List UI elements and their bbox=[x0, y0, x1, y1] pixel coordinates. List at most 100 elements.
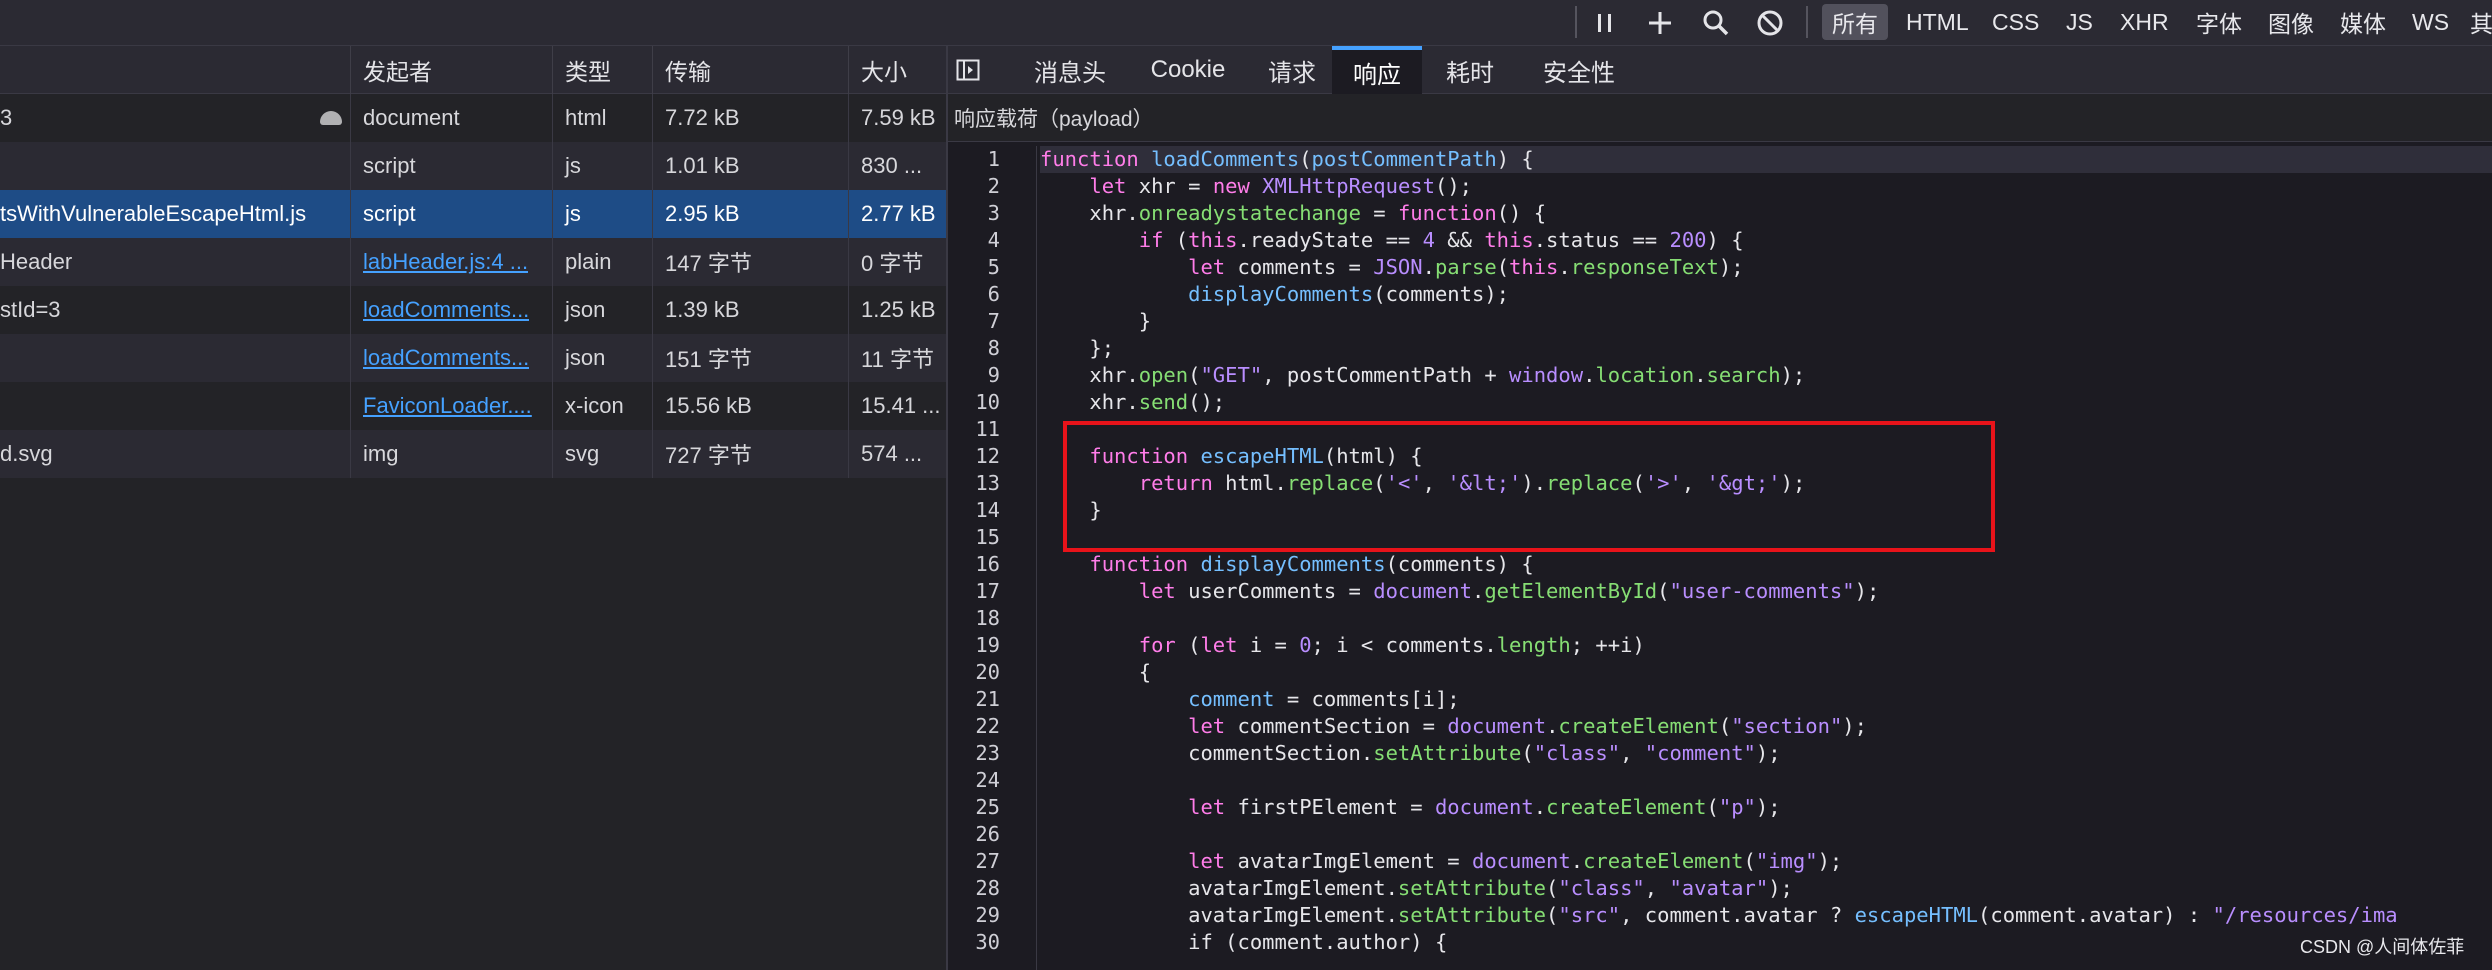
code-line-1: function loadComments(postCommentPath) { bbox=[1040, 146, 2492, 173]
filter-all[interactable]: 所有 bbox=[1822, 4, 1888, 40]
tab-response[interactable]: 响应 bbox=[1332, 46, 1422, 94]
code-token: ( bbox=[1743, 849, 1756, 873]
code-token: , comment.avatar ? bbox=[1620, 903, 1855, 927]
tab-security[interactable]: 安全性 bbox=[1516, 46, 1642, 94]
request-transfer: 1.01 kB bbox=[652, 142, 848, 190]
code-line-7: } bbox=[1040, 309, 1152, 333]
code-token: "class" bbox=[1533, 741, 1621, 765]
code-token: setAttribute bbox=[1373, 741, 1522, 765]
request-transfer: 727 字节 bbox=[652, 430, 848, 478]
table-row[interactable]: script js 1.01 kB 830 ... bbox=[0, 142, 946, 190]
code-token: this bbox=[1484, 228, 1534, 252]
code-token: let bbox=[1040, 174, 1127, 198]
code-token: ); bbox=[1755, 795, 1781, 819]
request-type: json bbox=[552, 286, 652, 334]
plus-icon[interactable] bbox=[1640, 0, 1680, 46]
code-token: createElement bbox=[1583, 849, 1744, 873]
tab-request[interactable]: 请求 bbox=[1254, 46, 1330, 94]
code-token: = bbox=[1360, 201, 1398, 225]
code-line-22: let commentSection = document.createElem… bbox=[1040, 713, 1867, 740]
request-initiator: FaviconLoader.... bbox=[350, 382, 552, 430]
request-initiator: script bbox=[350, 190, 552, 238]
line-number: 25 bbox=[975, 795, 1000, 819]
line-number: 7 bbox=[987, 309, 1000, 333]
request-initiator: document bbox=[350, 94, 552, 142]
initiator-link[interactable]: loadComments... bbox=[363, 297, 529, 323]
toggle-sidebar-icon[interactable] bbox=[948, 46, 988, 94]
code-line-19: for (let i = 0; i < comments.length; ++i… bbox=[1040, 632, 1645, 659]
code-token: (); bbox=[1188, 390, 1226, 414]
line-number: 30 bbox=[975, 930, 1000, 954]
request-name: Header bbox=[0, 249, 73, 274]
filter-xhr[interactable]: XHR bbox=[2110, 4, 2179, 40]
table-row-selected[interactable]: tsWithVulnerableEscapeHtml.js script js … bbox=[0, 190, 946, 238]
filter-ws[interactable]: WS bbox=[2402, 4, 2459, 40]
code-token: ); bbox=[1780, 363, 1806, 387]
tab-headers[interactable]: 消息头 bbox=[1018, 46, 1122, 94]
block-icon[interactable] bbox=[1750, 0, 1790, 46]
payload-header[interactable]: 响应载荷（payload） bbox=[948, 94, 2492, 142]
code-token: let bbox=[1200, 633, 1238, 657]
line-number: 12 bbox=[975, 444, 1000, 468]
code-token: avatarImgElement = bbox=[1225, 849, 1472, 873]
code-line-23: commentSection.setAttribute("class", "co… bbox=[1040, 740, 1780, 767]
toolbar-separator bbox=[1575, 6, 1577, 38]
request-size: 830 ... bbox=[848, 142, 946, 190]
filter-js[interactable]: JS bbox=[2056, 4, 2103, 40]
initiator-link[interactable]: loadComments... bbox=[363, 345, 529, 371]
code-token: escapeHTML bbox=[1854, 903, 1979, 927]
line-number: 21 bbox=[975, 687, 1000, 711]
code-token: "comment" bbox=[1644, 741, 1756, 765]
code-token: avatarImgElement. bbox=[1040, 876, 1398, 900]
code-token: createElement bbox=[1558, 714, 1719, 738]
code-token: ( bbox=[1546, 903, 1559, 927]
table-row[interactable]: FaviconLoader.... x-icon 15.56 kB 15.41 … bbox=[0, 382, 946, 430]
code-token: ); bbox=[1718, 255, 1744, 279]
code-line-21: comment = comments[i]; bbox=[1040, 686, 1460, 713]
table-row[interactable]: 3 document html 7.72 kB 7.59 kB bbox=[0, 94, 946, 142]
line-number: 14 bbox=[975, 498, 1000, 522]
table-row[interactable]: loadComments... json 151 字节 11 字节 bbox=[0, 334, 946, 382]
request-size: 11 字节 bbox=[848, 334, 946, 382]
tab-timings[interactable]: 耗时 bbox=[1432, 46, 1508, 94]
tab-cookie[interactable]: Cookie bbox=[1132, 46, 1244, 94]
pause-icon[interactable] bbox=[1590, 0, 1620, 46]
code-token: xhr. bbox=[1040, 363, 1139, 387]
filter-other[interactable]: 其 bbox=[2460, 4, 2492, 40]
initiator-link[interactable]: labHeader.js:4 ... bbox=[363, 249, 528, 275]
column-initiator[interactable]: 发起者 bbox=[350, 46, 552, 94]
request-size: 2.77 kB bbox=[848, 190, 946, 238]
line-number: 8 bbox=[987, 336, 1000, 360]
response-code-viewer[interactable]: 1 2 3 4 5 6 7 8 9 10 11 12 13 14 15 16 17 18 19 20 21 22 23 24 2… bbox=[948, 146, 2492, 970]
table-row[interactable]: Header labHeader.js:4 ... plain 147 字节 0… bbox=[0, 238, 946, 286]
code-token: length bbox=[1496, 633, 1571, 657]
line-number: 11 bbox=[975, 417, 1000, 441]
code-token: ) { bbox=[1496, 147, 1534, 171]
line-number: 19 bbox=[975, 633, 1000, 657]
search-icon[interactable] bbox=[1696, 0, 1736, 46]
code-token: "user-comments" bbox=[1669, 579, 1855, 603]
code-token: setAttribute bbox=[1397, 903, 1547, 927]
filter-css[interactable]: CSS bbox=[1982, 4, 2049, 40]
code-token: function bbox=[1040, 147, 1139, 171]
filter-images[interactable]: 图像 bbox=[2258, 4, 2324, 40]
code-token: function bbox=[1397, 201, 1497, 225]
column-size[interactable]: 大小 bbox=[848, 46, 946, 94]
table-row[interactable]: stId=3 loadComments... json 1.39 kB 1.25… bbox=[0, 286, 946, 334]
code-token: new bbox=[1212, 174, 1250, 198]
column-transfer[interactable]: 传输 bbox=[652, 46, 848, 94]
table-row[interactable]: d.svg img svg 727 字节 574 ... bbox=[0, 430, 946, 478]
column-type[interactable]: 类型 bbox=[552, 46, 652, 94]
initiator-link[interactable]: FaviconLoader.... bbox=[363, 393, 532, 419]
code-token: i = bbox=[1237, 633, 1300, 657]
code-line-29: avatarImgElement.setAttribute("src", com… bbox=[1040, 902, 2398, 929]
line-number: 16 bbox=[975, 552, 1000, 576]
code-token: "img" bbox=[1755, 849, 1818, 873]
code-token: .status == bbox=[1533, 228, 1670, 252]
line-number: 17 bbox=[975, 579, 1000, 603]
request-type: x-icon bbox=[552, 382, 652, 430]
filter-html[interactable]: HTML bbox=[1896, 4, 1979, 40]
filter-font[interactable]: 字体 bbox=[2186, 4, 2252, 40]
filter-media[interactable]: 媒体 bbox=[2330, 4, 2396, 40]
